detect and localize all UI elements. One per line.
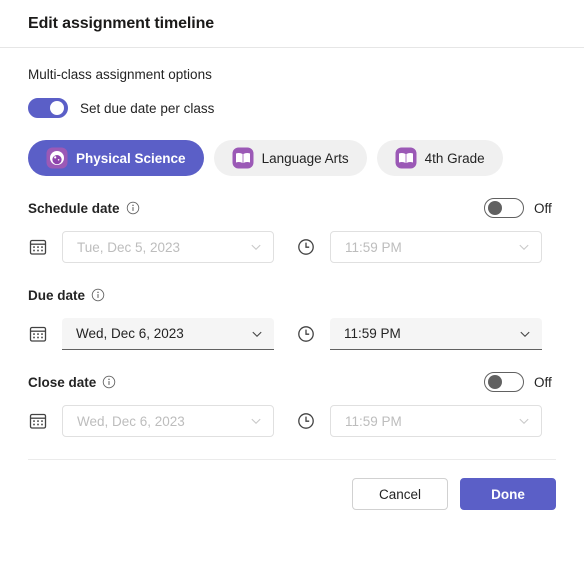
schedule-time-icon-wrap: [296, 237, 316, 257]
class-tab-label: 4th Grade: [424, 150, 485, 166]
open-book-avatar-icon: [232, 147, 254, 169]
close-date-header: Close date Off: [28, 372, 556, 392]
chevron-down-icon: [251, 418, 261, 425]
toggle-knob-icon: [488, 375, 502, 389]
schedule-date-toggle-state: Off: [534, 200, 552, 216]
clock-icon: [298, 413, 314, 429]
due-date-input[interactable]: Wed, Dec 6, 2023: [62, 318, 274, 350]
done-button[interactable]: Done: [460, 478, 556, 510]
class-tab-physical-science[interactable]: Physical Science: [28, 140, 204, 176]
science-beaker-avatar-icon: [46, 147, 68, 169]
due-time-value: 11:59 PM: [344, 326, 401, 341]
class-tab-label: Language Arts: [261, 150, 349, 166]
due-date-label: Due date: [28, 287, 86, 303]
schedule-date-section: Schedule date Off Tue, Dec 5, 2023 11:59…: [28, 198, 556, 263]
due-time-icon-wrap: [296, 324, 316, 344]
dialog-body: Multi-class assignment options Set due d…: [0, 66, 584, 460]
chevron-down-icon: [519, 244, 529, 251]
due-date-value: Wed, Dec 6, 2023: [76, 326, 184, 341]
class-tab-4th-grade[interactable]: 4th Grade: [376, 140, 503, 176]
class-tab-language-arts[interactable]: Language Arts: [213, 140, 367, 176]
schedule-date-header: Schedule date Off: [28, 198, 556, 218]
close-date-row: Wed, Dec 6, 2023 11:59 PM: [28, 405, 556, 437]
close-date-input[interactable]: Wed, Dec 6, 2023: [62, 405, 274, 437]
close-date-label: Close date: [28, 374, 97, 390]
open-book-avatar-icon: [395, 147, 417, 169]
close-time-value: 11:59 PM: [345, 413, 402, 429]
set-due-date-per-class-label: Set due date per class: [80, 100, 215, 116]
schedule-date-input[interactable]: Tue, Dec 5, 2023: [62, 231, 274, 263]
calendar-icon: [29, 239, 47, 255]
close-date-toggle[interactable]: [484, 372, 524, 392]
due-date-section: Due date Wed, Dec 6, 2023 11:59 PM: [28, 285, 556, 350]
class-tab-list: Physical Science Language Arts 4th Grade: [28, 140, 556, 176]
cancel-button[interactable]: Cancel: [352, 478, 448, 510]
set-due-date-per-class-toggle[interactable]: [28, 98, 68, 118]
toggle-knob-icon: [488, 201, 502, 215]
close-date-section: Close date Off Wed, Dec 6, 2023 11:59 PM: [28, 372, 556, 437]
schedule-date-row: Tue, Dec 5, 2023 11:59 PM: [28, 231, 556, 263]
info-icon[interactable]: [102, 375, 116, 389]
close-date-toggle-state: Off: [534, 374, 552, 390]
set-due-date-per-class-row: Set due date per class: [28, 98, 556, 118]
schedule-time-value: 11:59 PM: [345, 239, 402, 255]
info-icon[interactable]: [126, 201, 140, 215]
due-date-row: Wed, Dec 6, 2023 11:59 PM: [28, 318, 556, 350]
schedule-date-label: Schedule date: [28, 200, 120, 216]
calendar-icon: [29, 413, 47, 429]
info-icon[interactable]: [91, 288, 105, 302]
chevron-down-icon: [520, 331, 530, 337]
close-date-value: Wed, Dec 6, 2023: [77, 413, 185, 429]
chevron-down-icon: [252, 331, 262, 337]
toggle-knob-icon: [50, 101, 64, 115]
calendar-icon: [29, 326, 47, 342]
class-tab-label: Physical Science: [76, 150, 186, 166]
close-time-icon-wrap: [296, 411, 316, 431]
close-time-input[interactable]: 11:59 PM: [330, 405, 542, 437]
schedule-date-value: Tue, Dec 5, 2023: [77, 239, 181, 255]
schedule-time-input[interactable]: 11:59 PM: [330, 231, 542, 263]
schedule-date-toggle[interactable]: [484, 198, 524, 218]
multi-class-options-label: Multi-class assignment options: [28, 67, 212, 82]
chevron-down-icon: [251, 244, 261, 251]
page-title: Edit assignment timeline: [28, 14, 215, 32]
clock-icon: [298, 239, 314, 255]
dialog-header: Edit assignment timeline: [0, 0, 584, 48]
clock-icon: [298, 326, 314, 342]
chevron-down-icon: [519, 418, 529, 425]
due-date-header: Due date: [28, 285, 556, 305]
due-time-input[interactable]: 11:59 PM: [330, 318, 542, 350]
dialog-footer: Cancel Done: [0, 460, 584, 510]
